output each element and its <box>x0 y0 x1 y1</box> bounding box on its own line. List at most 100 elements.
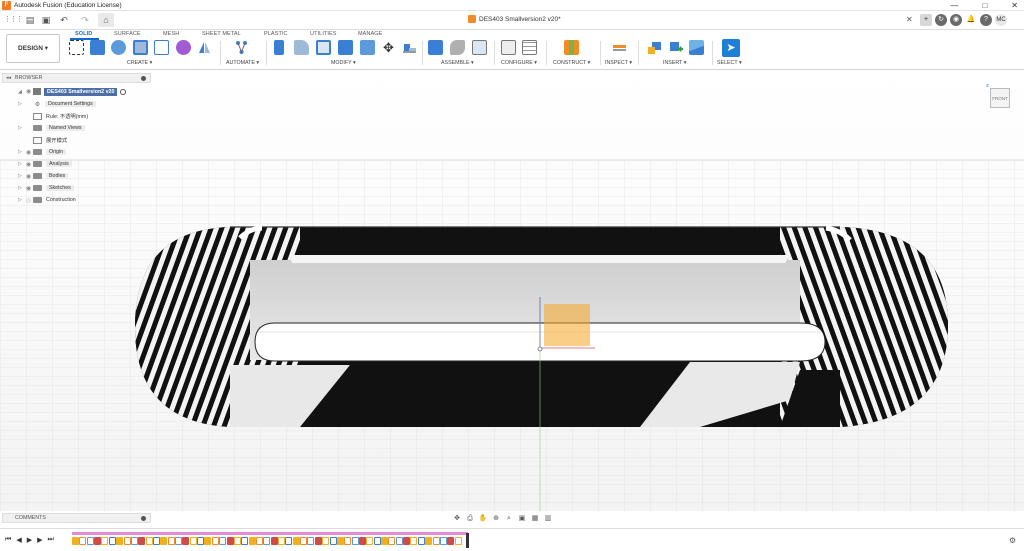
timeline-feature-icon[interactable] <box>138 537 146 545</box>
timeline-feature-icon[interactable] <box>101 537 109 545</box>
timeline-feature-icon[interactable] <box>108 537 116 545</box>
timeline-feature-icon[interactable] <box>145 537 153 545</box>
timeline-feature-icon[interactable] <box>197 537 205 545</box>
comments-toggle-icon[interactable] <box>141 516 146 521</box>
timeline-feature-icon[interactable] <box>116 537 124 545</box>
browser-item-origin[interactable]: ▷ ◉ Origin <box>18 147 67 157</box>
timeline-feature-icon[interactable] <box>300 537 308 545</box>
viewcube-front-face[interactable]: FRONT <box>990 88 1010 108</box>
timeline-feature-icon[interactable] <box>395 537 403 545</box>
browser-item-document-settings[interactable]: ▷ ⚙ Document Settings <box>18 99 96 109</box>
visibility-eye-icon[interactable]: ◉ <box>24 173 33 180</box>
play-icon[interactable]: ▶ <box>27 536 32 544</box>
mirror-icon[interactable] <box>197 40 212 55</box>
timeline-feature-icon[interactable] <box>182 537 190 545</box>
hole-icon[interactable] <box>133 40 148 55</box>
timeline-feature-icon[interactable] <box>322 537 330 545</box>
visibility-eye-icon[interactable]: ◉ <box>24 161 33 168</box>
insert-group-label[interactable]: INSERT ▾ <box>663 60 686 66</box>
visibility-eye-icon[interactable]: ◉ <box>24 149 33 156</box>
timeline-feature-icon[interactable] <box>175 537 183 545</box>
timeline-feature-icon[interactable] <box>226 537 234 545</box>
timeline-feature-icon[interactable] <box>94 537 102 545</box>
timeline-feature-icon[interactable] <box>270 537 278 545</box>
timeline-feature-icon[interactable] <box>130 537 138 545</box>
create-sketch-icon[interactable] <box>69 40 84 55</box>
maximize-button[interactable]: □ <box>982 1 987 10</box>
grid-settings-icon[interactable]: ▦ <box>530 514 540 523</box>
timeline-feature-icon[interactable] <box>447 537 455 545</box>
create-group-label[interactable]: CREATE ▾ <box>127 60 152 66</box>
timeline-feature-icon[interactable] <box>152 537 160 545</box>
workspace-switcher[interactable]: DESIGN ▾ <box>6 34 60 63</box>
pattern-icon[interactable] <box>154 40 169 55</box>
viewports-icon[interactable]: ▥ <box>543 514 553 523</box>
3d-viewport[interactable]: Z FRONT <box>0 70 1024 511</box>
insert-canvas-icon[interactable] <box>689 40 704 55</box>
close-button[interactable]: ✕ <box>1011 1 1018 10</box>
timeline-feature-strip[interactable] <box>72 532 468 549</box>
timeline-feature-icon[interactable] <box>417 537 425 545</box>
timeline-feature-icon[interactable] <box>432 537 440 545</box>
notifications-icon[interactable]: 🔔 <box>965 14 977 26</box>
viewcube[interactable]: Z FRONT <box>985 82 1013 110</box>
timeline-feature-icon[interactable] <box>314 537 322 545</box>
timeline-feature-icon[interactable] <box>425 537 433 545</box>
expand-arrow-icon[interactable]: ▷ <box>18 125 24 131</box>
timeline-feature-icon[interactable] <box>358 537 366 545</box>
timeline-feature-icon[interactable] <box>329 537 337 545</box>
press-pull-icon[interactable] <box>274 40 284 55</box>
timeline-feature-icon[interactable] <box>248 537 256 545</box>
inspect-group-label[interactable]: INSPECT ▾ <box>605 60 632 66</box>
orbit-icon[interactable]: ✥ <box>452 514 462 523</box>
timeline-feature-icon[interactable] <box>381 537 389 545</box>
expand-arrow-icon[interactable]: ▷ <box>18 101 24 107</box>
browser-pin-icon[interactable] <box>141 76 146 81</box>
tab-utilities[interactable]: UTILITIES <box>310 31 337 37</box>
tab-sheet-metal[interactable]: SHEET METAL <box>202 31 241 37</box>
insert-mcmaster-icon[interactable] <box>668 40 683 55</box>
look-at-icon[interactable]: ⎙ <box>465 514 475 523</box>
form-icon[interactable] <box>176 40 191 55</box>
timeline-feature-icon[interactable] <box>336 537 344 545</box>
timeline-feature-icon[interactable] <box>79 537 87 545</box>
offset-plane-icon[interactable] <box>564 40 579 55</box>
browser-item-sketches[interactable]: ▷ ◉ Sketches <box>18 183 74 193</box>
timeline-feature-icon[interactable] <box>410 537 418 545</box>
fit-icon[interactable]: ⌕ <box>504 514 514 523</box>
timeline-feature-icon[interactable] <box>211 537 219 545</box>
timeline-feature-icon[interactable] <box>263 537 271 545</box>
configure-group-label[interactable]: CONFIGURE ▾ <box>501 60 537 66</box>
timeline-feature-icon[interactable] <box>233 537 241 545</box>
file-menu-icon[interactable]: ▤ <box>24 14 36 26</box>
configure-icon[interactable] <box>501 40 516 55</box>
home-icon[interactable]: ⌂ <box>98 13 114 27</box>
go-to-end-icon[interactable]: ⏭ <box>47 536 53 544</box>
measure-icon[interactable] <box>612 40 627 55</box>
move-copy-icon[interactable]: ✥ <box>381 40 396 55</box>
timeline-feature-icon[interactable] <box>189 537 197 545</box>
timeline-feature-icon[interactable] <box>366 537 374 545</box>
select-cursor-icon[interactable]: ➤ <box>722 39 740 57</box>
collapse-browser-icon[interactable]: ◂◂ <box>6 75 11 81</box>
close-tab-icon[interactable]: ✕ <box>906 15 913 24</box>
timeline-settings-icon[interactable]: ⚙ <box>1009 536 1016 545</box>
automate-icon[interactable] <box>234 40 249 55</box>
document-tab[interactable]: DES403 Smallversion2 v20* <box>468 15 561 23</box>
timeline-feature-icon[interactable] <box>373 537 381 545</box>
select-group-label[interactable]: SELECT ▾ <box>717 60 742 66</box>
timeline-feature-icon[interactable] <box>204 537 212 545</box>
viewport-canvas[interactable] <box>0 70 1024 511</box>
new-component-icon[interactable] <box>428 40 443 55</box>
job-status-icon[interactable]: ◉ <box>950 14 962 26</box>
split-body-icon[interactable] <box>360 40 375 55</box>
timeline-feature-icon[interactable] <box>241 537 249 545</box>
timeline-feature-icon[interactable] <box>403 537 411 545</box>
browser-panel-header[interactable]: ◂◂ BROWSER <box>2 73 151 83</box>
timeline-feature-icon[interactable] <box>255 537 263 545</box>
extrude-icon[interactable] <box>90 40 105 55</box>
tab-surface[interactable]: SURFACE <box>114 31 141 37</box>
help-icon[interactable]: ? <box>980 14 992 26</box>
browser-item-construction[interactable]: ▷ ◎ Construction <box>18 195 76 205</box>
browser-item-analysis[interactable]: ▷ ◉ Analysis <box>18 159 72 169</box>
